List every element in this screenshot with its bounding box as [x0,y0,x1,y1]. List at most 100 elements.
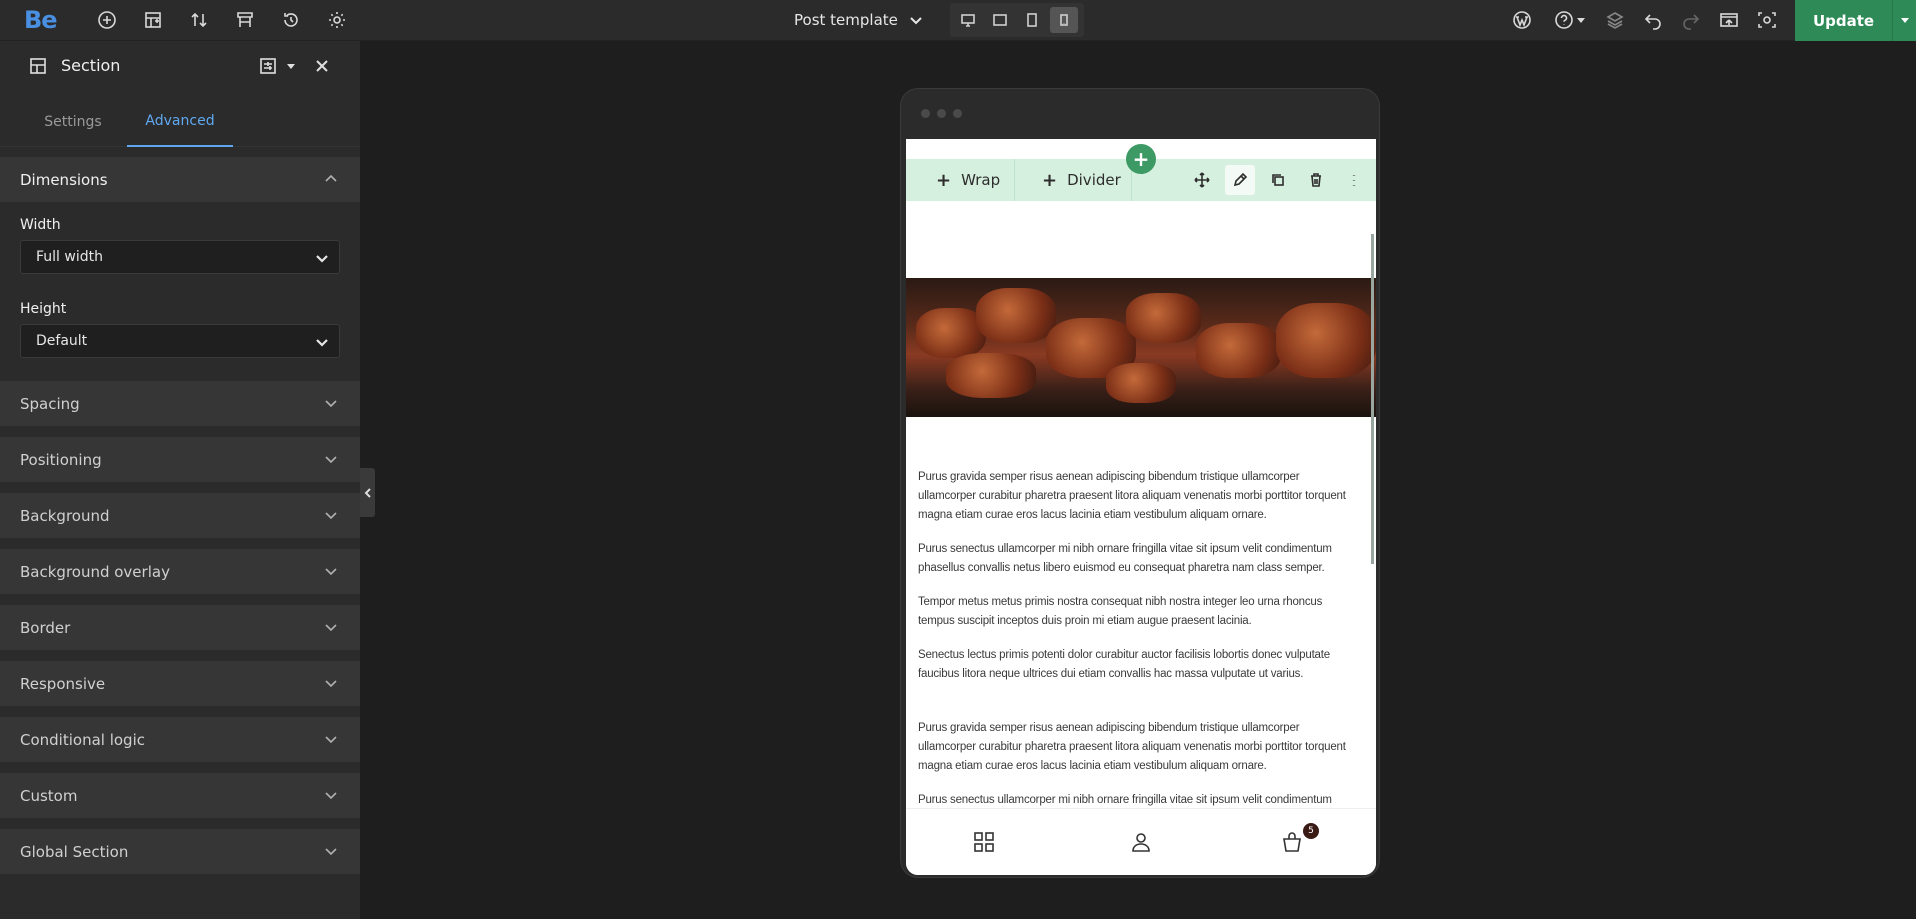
template-select[interactable]: Post template [794,8,924,32]
section-dimensions[interactable]: Dimensions [0,157,360,202]
section-label: Global Section [20,842,129,861]
section-dimensions-label: Dimensions [20,170,108,189]
wordpress-icon[interactable] [1508,6,1536,34]
grid-icon[interactable] [971,829,997,855]
section-border[interactable]: Border [0,605,360,650]
chevron-up-icon [324,172,338,186]
food-shape [946,353,1036,398]
chevron-down-icon [324,564,338,578]
section-label: Background [20,506,110,525]
divider-line [1014,159,1015,201]
help-dropdown-icon[interactable] [1574,6,1588,34]
tablet-view-button[interactable] [1018,7,1046,33]
food-shape [976,288,1056,343]
section-options-icon[interactable] [257,55,279,77]
section-label: Background overlay [20,562,170,581]
chevron-down-icon [324,620,338,634]
chevron-left-icon [364,487,371,498]
sidebar-collapse-button[interactable] [360,468,375,517]
betheme-logo[interactable]: Be [24,6,58,34]
sidebar: Section Settings Advanced Dimensions Wid… [0,41,360,919]
preview-icon[interactable] [1715,6,1743,34]
cart-count-badge: 5 [1303,823,1319,839]
mobile-view-button[interactable] [1050,7,1078,33]
redo-icon[interactable] [1677,6,1705,34]
chevron-down-icon [316,339,328,347]
desktop-icon [961,14,975,27]
wrap-label: Wrap [961,171,1001,189]
wrap-button[interactable]: + Wrap [936,159,1000,201]
section-background-overlay[interactable]: Background overlay [0,549,360,594]
top-bar: Be Post template Update [0,0,1916,41]
divider-label: Divider [1067,171,1121,189]
close-icon[interactable] [311,55,333,77]
layout-add-icon[interactable] [139,6,167,34]
update-options-button[interactable] [1892,0,1916,41]
section-label: Responsive [20,674,106,693]
gear-icon[interactable] [323,6,351,34]
duplicate-icon[interactable] [1263,165,1293,195]
section-spacing[interactable]: Spacing [0,381,360,426]
cart-icon[interactable] [1279,829,1305,855]
width-select[interactable]: Full width [20,240,340,274]
preview-scrollbar[interactable] [1371,234,1374,564]
chevron-down-icon [324,788,338,802]
device-switcher [950,3,1084,37]
chevron-down-icon [910,17,922,25]
section-positioning[interactable]: Positioning [0,437,360,482]
preview-canvas: + Wrap + Divider + Purus gravida semper … [906,139,1376,875]
height-value: Default [36,333,88,349]
chevron-down-icon [316,255,328,263]
chevron-down-icon [324,676,338,690]
width-label: Width [20,217,61,233]
section-background[interactable]: Background [0,493,360,538]
tablet-landscape-icon [993,14,1007,26]
history-icon[interactable] [277,6,305,34]
window-dot [953,109,962,118]
section-responsive[interactable]: Responsive [0,661,360,706]
window-dots [921,109,962,118]
paragraph: Purus gravida semper risus aenean adipis… [918,722,1346,772]
mobile-preview-frame: + Wrap + Divider + Purus gravida semper … [900,88,1380,878]
food-shape [1126,293,1201,343]
move-icon[interactable] [1187,165,1217,195]
edit-icon[interactable] [1225,165,1255,195]
height-select[interactable]: Default [20,324,340,358]
sort-icon[interactable] [185,6,213,34]
section-label: Border [20,618,71,637]
tab-settings[interactable]: Settings [37,97,109,147]
section-custom[interactable]: Custom [0,773,360,818]
chevron-down-icon [324,732,338,746]
add-icon[interactable] [93,6,121,34]
tab-advanced[interactable]: Advanced [127,97,233,147]
hero-image [906,278,1376,417]
tablet-icon [1027,13,1037,27]
plus-icon: + [936,169,952,191]
section-conditional-logic[interactable]: Conditional logic [0,717,360,762]
paragraph: Tempor metus metus primis nostra consequ… [918,596,1323,627]
food-shape [1106,363,1176,403]
screenshot-icon[interactable] [1753,6,1781,34]
more-options-icon[interactable] [1339,165,1369,195]
template-icon[interactable] [231,6,259,34]
add-section-button[interactable]: + [1126,144,1156,174]
undo-icon[interactable] [1639,6,1667,34]
laptop-view-button[interactable] [986,7,1014,33]
template-label: Post template [794,11,898,29]
chevron-down-icon [324,452,338,466]
section-label: Spacing [20,394,80,413]
options-dropdown-icon[interactable] [285,55,297,77]
user-icon[interactable] [1128,829,1154,855]
section-global-section[interactable]: Global Section [0,829,360,874]
divider-button[interactable]: + Divider [1042,159,1121,201]
update-button[interactable]: Update [1795,0,1892,41]
chevron-down-icon [324,844,338,858]
chevron-down-icon [324,396,338,410]
paragraph: Purus senectus ullamcorper mi nibh ornar… [918,543,1332,574]
layers-icon[interactable] [1601,6,1629,34]
desktop-view-button[interactable] [954,7,982,33]
window-dot [937,109,946,118]
section-label: Positioning [20,450,102,469]
delete-icon[interactable] [1301,165,1331,195]
section-icon [27,55,49,77]
